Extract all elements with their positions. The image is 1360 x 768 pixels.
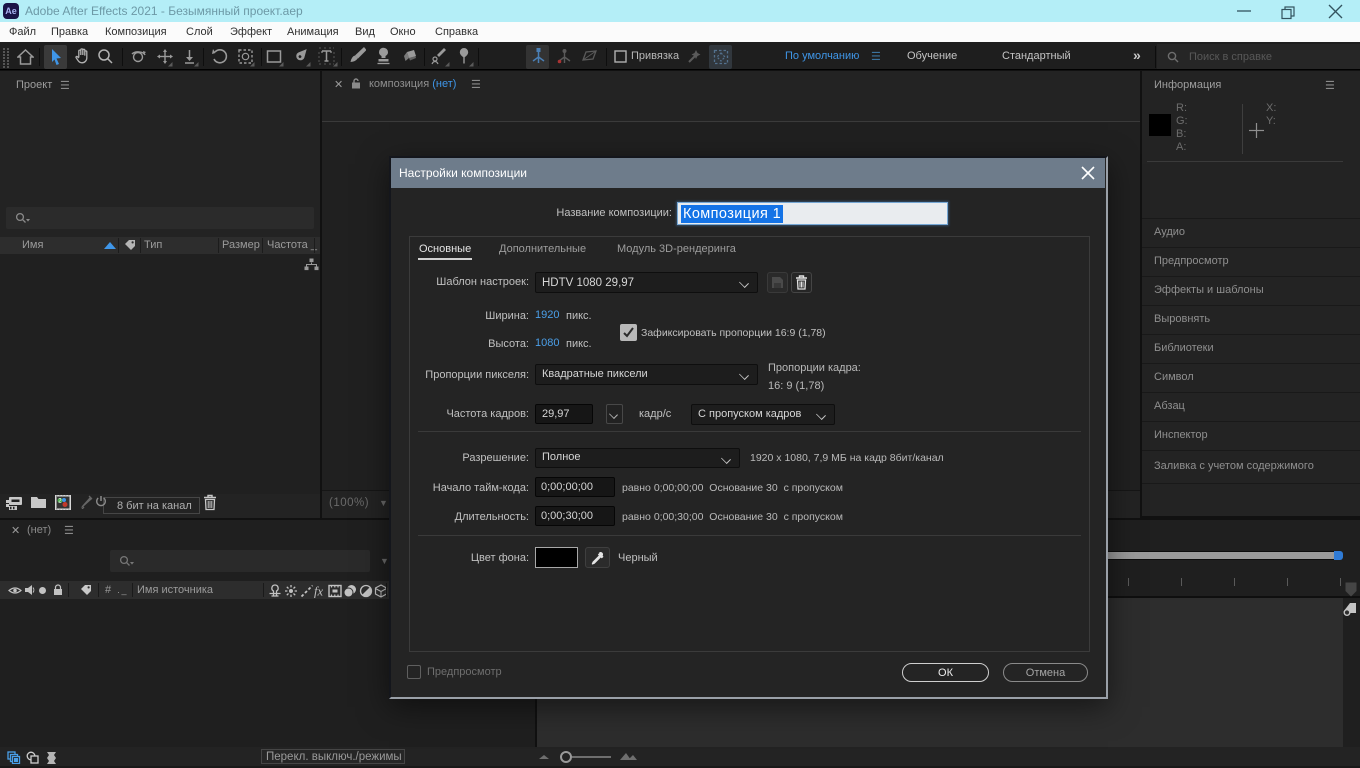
svg-text:fx: fx: [314, 585, 323, 599]
